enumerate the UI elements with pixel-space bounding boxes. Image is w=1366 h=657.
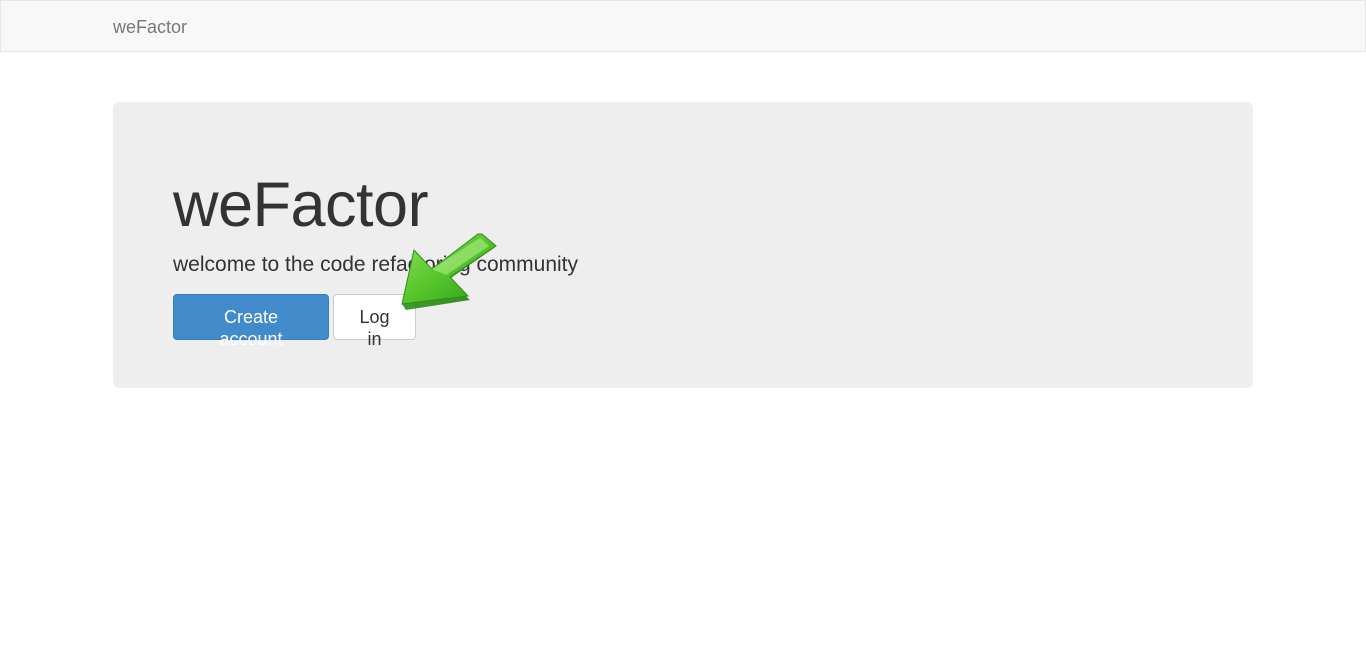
navbar: weFactor <box>0 0 1366 52</box>
jumbotron: weFactor welcome to the code refactoring… <box>113 102 1253 388</box>
log-in-button[interactable]: Log in <box>333 294 416 349</box>
hero-title: weFactor <box>173 170 429 240</box>
create-account-button[interactable]: Create account <box>173 294 329 349</box>
navbar-brand[interactable]: weFactor <box>113 16 187 38</box>
hero-subtitle: welcome to the code refactoring communit… <box>173 253 579 276</box>
